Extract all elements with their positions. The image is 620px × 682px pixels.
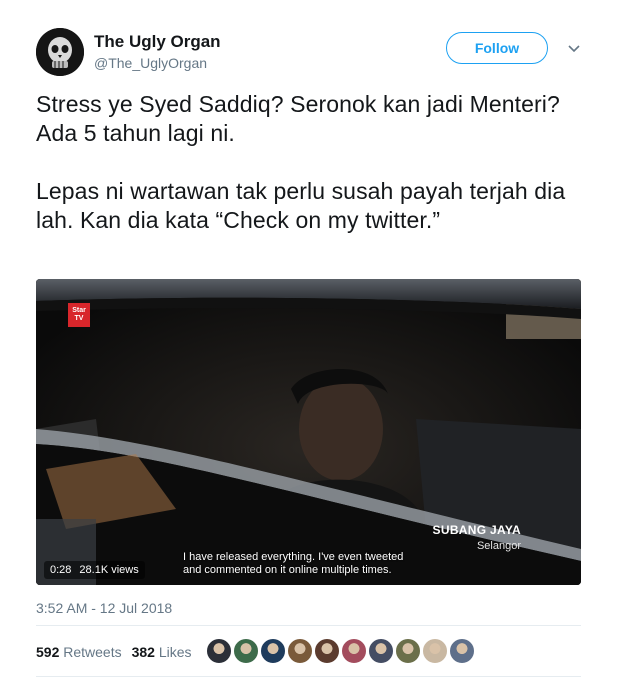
tweet-text: Stress ye Syed Saddiq? Seronok kan jadi … — [36, 90, 566, 235]
logo-line: Star — [72, 307, 86, 314]
location-title: SUBANG JAYA — [432, 523, 521, 537]
retweets-count: 592 — [36, 644, 60, 660]
caption-line: and commented on it online multiple time… — [183, 564, 392, 576]
liker-avatar[interactable] — [233, 638, 259, 664]
retweets-label: Retweets — [63, 644, 122, 660]
tweet-header: The Ugly Organ @The_UglyOrgan Follow — [36, 28, 596, 80]
user-handle[interactable]: @The_UglyOrgan — [94, 55, 207, 71]
display-name[interactable]: The Ugly Organ — [94, 32, 221, 52]
liker-avatar[interactable] — [395, 638, 421, 664]
likes-label: Likes — [158, 644, 192, 660]
tweet-paragraph: Lepas ni wartawan tak perlu susah payah … — [36, 178, 566, 233]
tweet-stats: 592 Retweets 382 Likes — [36, 641, 202, 663]
follow-button[interactable]: Follow — [446, 32, 548, 64]
liker-avatar[interactable] — [422, 638, 448, 664]
liker-avatar[interactable] — [287, 638, 313, 664]
liker-avatars — [206, 638, 476, 664]
liker-avatar[interactable] — [341, 638, 367, 664]
likes-stat[interactable]: 382 Likes — [132, 644, 192, 660]
likes-count: 382 — [131, 644, 155, 660]
liker-avatar[interactable] — [206, 638, 232, 664]
video-player[interactable]: Star TV SUBANG JAYA Selangor I have rele… — [36, 279, 581, 585]
divider — [36, 676, 581, 677]
tweet-paragraph: Stress ye Syed Saddiq? Seronok kan jadi … — [36, 91, 560, 146]
chevron-down-icon[interactable] — [566, 40, 582, 56]
liker-avatar[interactable] — [314, 638, 340, 664]
video-views: 28.1K views — [79, 564, 139, 576]
video-caption: I have released everything. I've even tw… — [183, 551, 443, 577]
divider — [36, 625, 581, 626]
startv-logo: Star TV — [68, 303, 90, 327]
skull-icon — [36, 28, 84, 76]
avatar[interactable] — [36, 28, 84, 76]
logo-line: TV — [74, 315, 84, 322]
video-duration: 0:28 — [50, 564, 72, 576]
tweet-timestamp[interactable]: 3:52 AM - 12 Jul 2018 — [36, 600, 172, 616]
retweets-stat[interactable]: 592 Retweets — [36, 644, 122, 660]
liker-avatar[interactable] — [368, 638, 394, 664]
tweet-card: The Ugly Organ @The_UglyOrgan Follow Str… — [0, 0, 620, 682]
video-info-badge: 0:28 28.1K views — [44, 561, 145, 579]
caption-line: I have released everything. I've even tw… — [183, 551, 404, 563]
liker-avatar[interactable] — [260, 638, 286, 664]
location-subtitle: Selangor — [476, 540, 521, 552]
liker-avatar[interactable] — [449, 638, 475, 664]
